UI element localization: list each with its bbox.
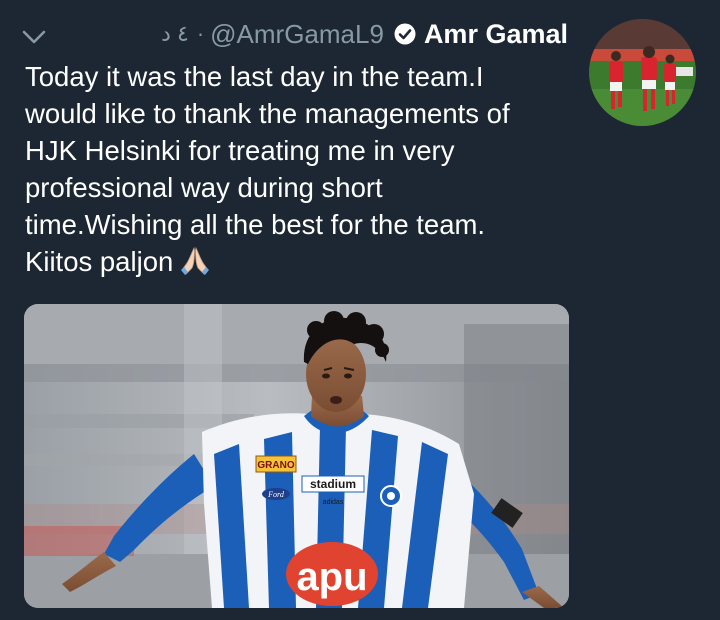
- tweet-text-line: professional way during short: [25, 172, 383, 203]
- header-separator: ·: [196, 21, 205, 46]
- tweet-media-photo[interactable]: GRANO stadium adidas Ford apu: [24, 304, 569, 608]
- verified-badge-icon: [394, 23, 416, 45]
- user-handle[interactable]: @AmrGamaL9: [210, 19, 384, 50]
- user-display-name[interactable]: Amr Gamal: [424, 19, 568, 50]
- folded-hands-icon: [181, 246, 210, 275]
- tweet-text-last-line: Kiitos paljon: [25, 243, 580, 280]
- tweet-text-line: Kiitos paljon: [25, 246, 174, 277]
- tweet-card: ٤ د · @AmrGamaL9 Amr Gamal Today it was …: [0, 0, 720, 620]
- tweet-text: Today it was the last day in the team.I …: [25, 58, 580, 280]
- tweet-text-line: time.Wishing all the best for the team.: [25, 209, 486, 240]
- avatar[interactable]: [589, 19, 696, 126]
- tweet-text-line: would like to thank the managements of: [25, 98, 510, 129]
- jersey-sponsor-text: apu: [296, 555, 367, 599]
- car-sponsor-text: Ford: [267, 490, 285, 499]
- chevron-down-icon[interactable]: [20, 26, 48, 48]
- player-photo: GRANO stadium adidas Ford apu: [24, 304, 569, 608]
- tweet-timestamp[interactable]: ٤ د: [161, 21, 189, 47]
- kit-maker-text: adidas: [323, 499, 344, 506]
- tweet-header: ٤ د · @AmrGamaL9 Amr Gamal: [161, 14, 568, 54]
- avatar-image: [589, 19, 696, 126]
- tweet-text-line: HJK Helsinki for treating me in very: [25, 135, 455, 166]
- jersey-brand-text: stadium: [310, 477, 356, 491]
- tweet-text-line: Today it was the last day in the team.I: [25, 61, 484, 92]
- sleeve-sponsor-text: GRANO: [257, 460, 294, 471]
